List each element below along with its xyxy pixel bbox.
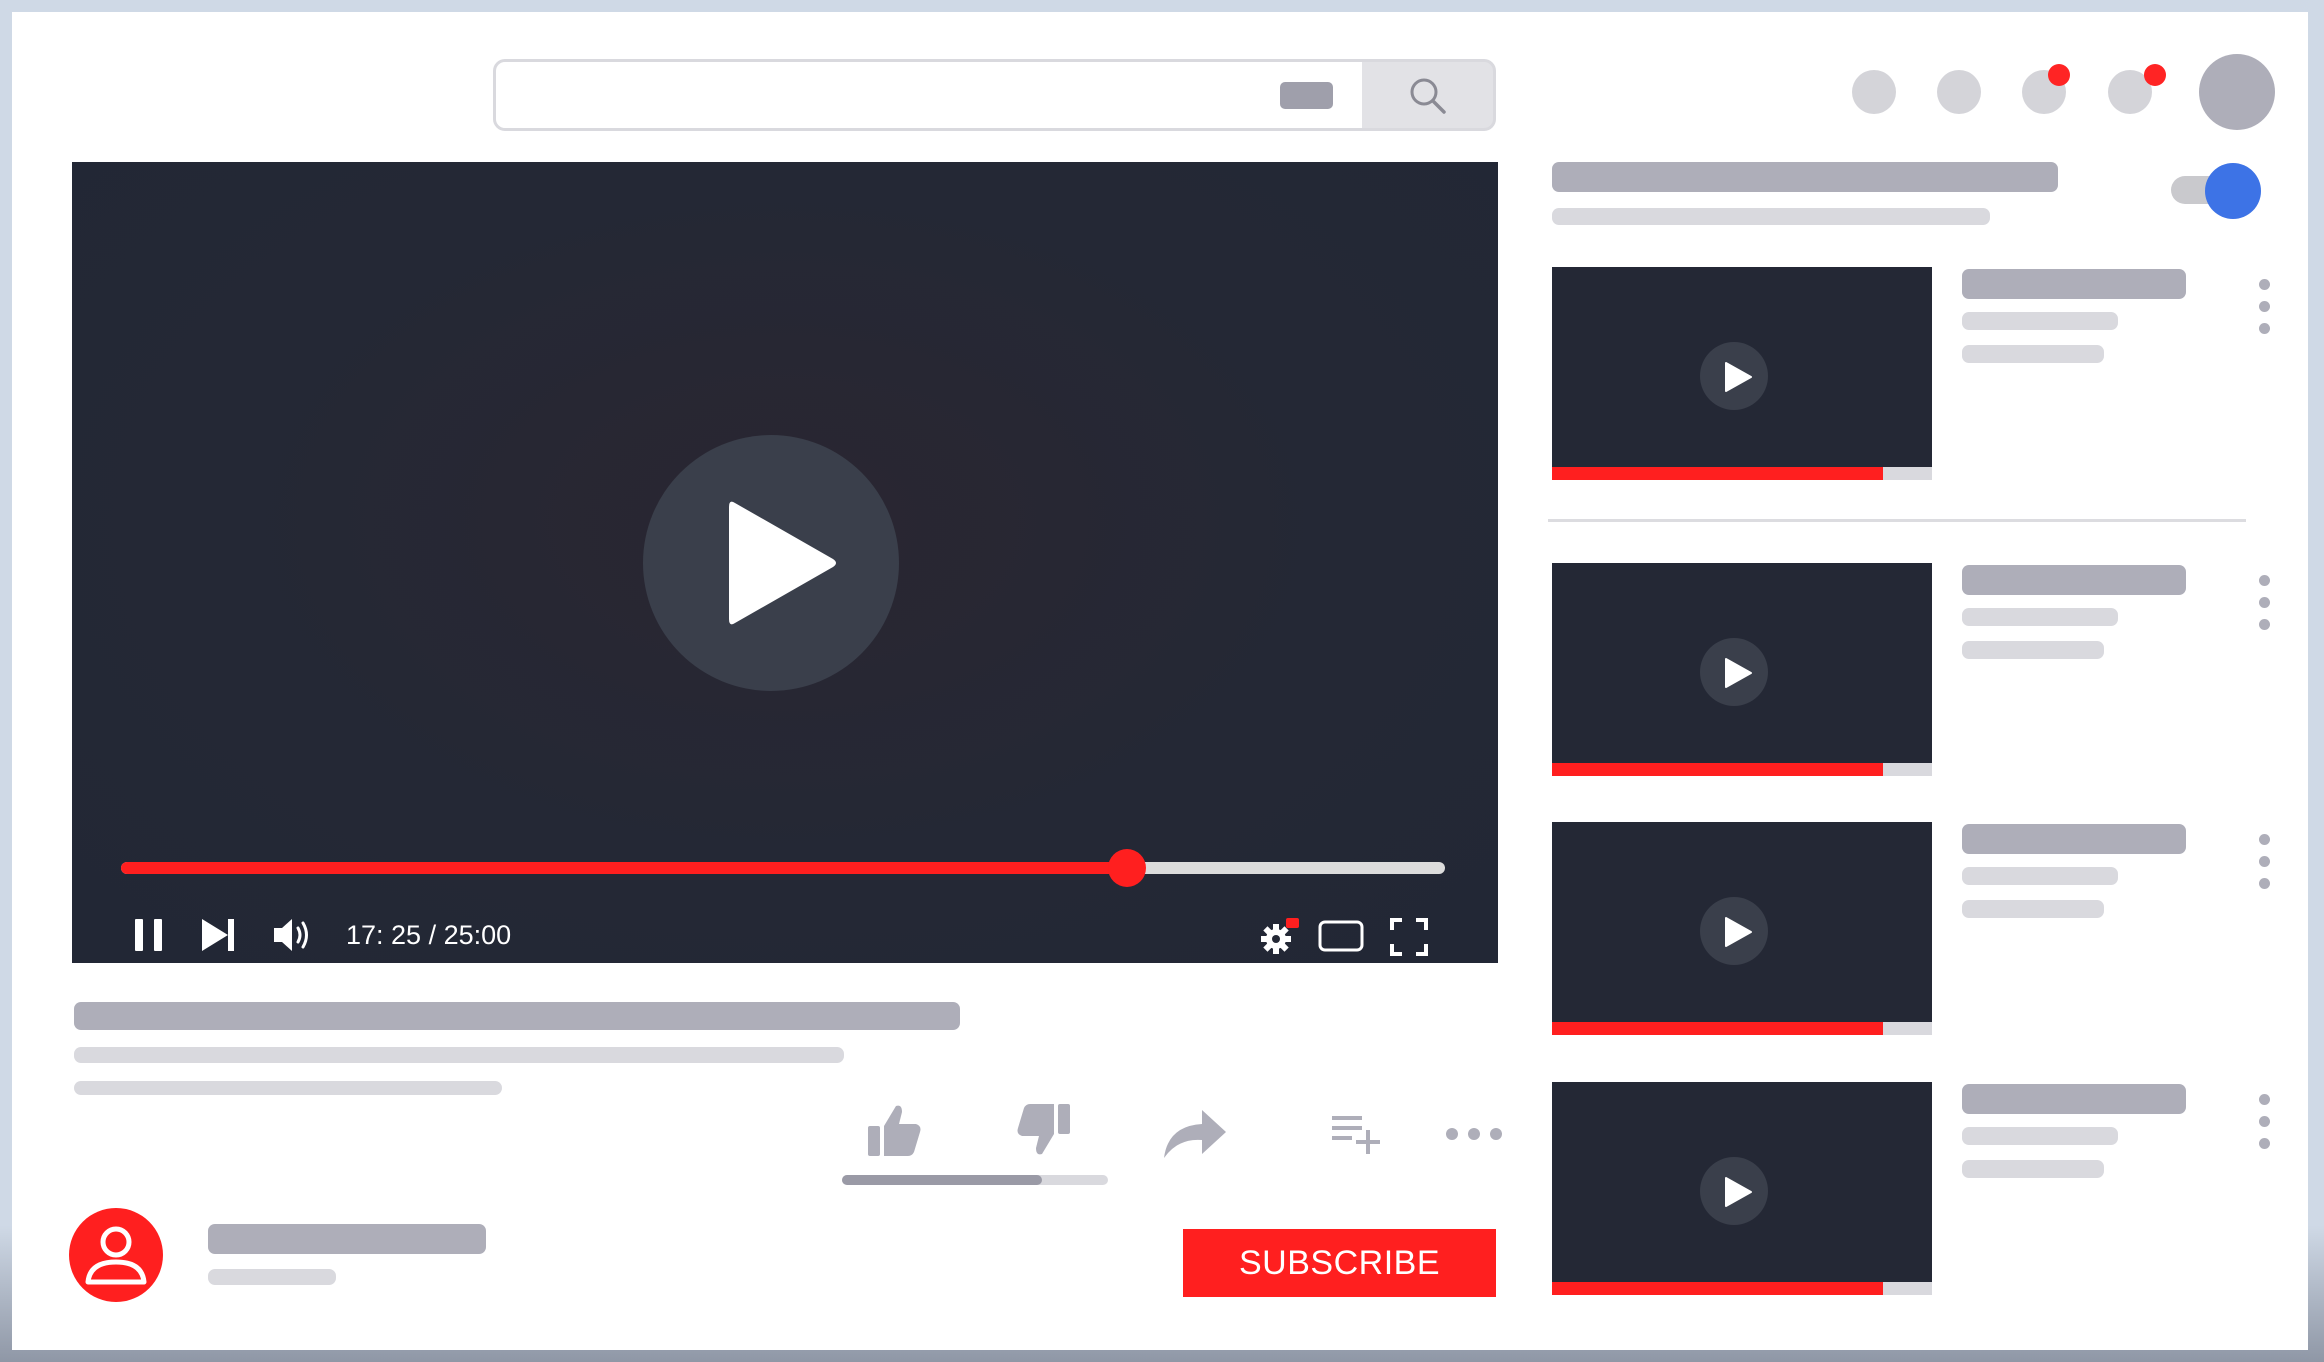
notification-badge: [2048, 64, 2070, 86]
thumbs-down-icon[interactable]: [1014, 1102, 1072, 1158]
seek-handle[interactable]: [1108, 849, 1146, 887]
watched-bar: [1552, 467, 1883, 480]
video-title: [74, 1002, 960, 1030]
subscriber-count: [208, 1269, 336, 1285]
video-meta-line: [74, 1047, 844, 1063]
more-vertical-icon[interactable]: [2254, 1092, 2274, 1152]
video-card-channel: [1962, 608, 2118, 626]
video-thumbnail[interactable]: [1552, 1082, 1932, 1295]
video-card-channel: [1962, 867, 2118, 885]
video-thumbnail[interactable]: [1552, 267, 1932, 480]
up-next-subtitle: [1552, 208, 1990, 225]
more-vertical-icon[interactable]: [2254, 277, 2274, 337]
play-icon: [729, 501, 836, 625]
divider: [1548, 519, 2246, 522]
watched-bar: [1552, 1282, 1883, 1295]
watched-bar: [1552, 1022, 1883, 1035]
video-card-title: [1962, 824, 2186, 854]
video-card-title: [1962, 1084, 2186, 1114]
subscribe-button[interactable]: SUBSCRIBE: [1183, 1229, 1496, 1297]
search-input[interactable]: [496, 62, 1362, 128]
more-horizontal-icon[interactable]: [1444, 1124, 1504, 1144]
autoplay-toggle-knob[interactable]: [2205, 163, 2261, 219]
share-arrow-icon[interactable]: [1160, 1104, 1230, 1160]
notification-badge: [2144, 64, 2166, 86]
channel-name: [208, 1224, 486, 1254]
video-card-title: [1962, 269, 2186, 299]
account-avatar[interactable]: [2199, 54, 2275, 130]
seek-bar-played: [121, 862, 1127, 874]
volume-icon[interactable]: [272, 915, 314, 955]
search-bar: [493, 59, 1496, 131]
video-meta-line: [74, 1081, 502, 1095]
create-icon[interactable]: [1852, 70, 1896, 114]
video-card-meta: [1962, 1160, 2104, 1178]
add-to-playlist-icon[interactable]: [1330, 1112, 1382, 1156]
play-icon: [1700, 1157, 1768, 1225]
watched-bar: [1552, 763, 1883, 776]
video-card-channel: [1962, 1127, 2118, 1145]
user-avatar-icon[interactable]: [68, 1207, 164, 1303]
seek-bar[interactable]: [121, 849, 1445, 887]
play-icon: [1700, 897, 1768, 965]
video-card-title: [1962, 565, 2186, 595]
video-card-channel: [1962, 312, 2118, 330]
fullscreen-icon[interactable]: [1390, 918, 1428, 956]
big-play-button[interactable]: [643, 435, 899, 691]
video-player[interactable]: 17: 25 / 25:00: [72, 162, 1498, 963]
more-vertical-icon[interactable]: [2254, 573, 2274, 633]
search-icon: [1410, 78, 1446, 114]
more-vertical-icon[interactable]: [2254, 832, 2274, 892]
skip-next-icon[interactable]: [200, 917, 238, 953]
like-ratio-fill: [842, 1175, 1042, 1185]
video-card-meta: [1962, 641, 2104, 659]
like-ratio-bar: [842, 1175, 1108, 1185]
play-icon: [1700, 638, 1768, 706]
keyboard-icon[interactable]: [1280, 82, 1333, 109]
play-icon: [1700, 342, 1768, 410]
up-next-title: [1552, 162, 2058, 192]
search-button[interactable]: [1362, 62, 1493, 128]
apps-icon[interactable]: [1937, 70, 1981, 114]
video-thumbnail[interactable]: [1552, 563, 1932, 776]
time-display: 17: 25 / 25:00: [346, 920, 512, 950]
app-window: 17: 25 / 25:00 SUBSCRIBE: [12, 12, 2308, 1350]
pause-icon[interactable]: [132, 917, 166, 953]
thumbs-up-icon[interactable]: [866, 1102, 924, 1158]
theater-mode-icon[interactable]: [1318, 919, 1364, 953]
video-card-meta: [1962, 900, 2104, 918]
video-card-meta: [1962, 345, 2104, 363]
settings-gear-icon[interactable]: [1260, 918, 1300, 956]
video-thumbnail[interactable]: [1552, 822, 1932, 1035]
